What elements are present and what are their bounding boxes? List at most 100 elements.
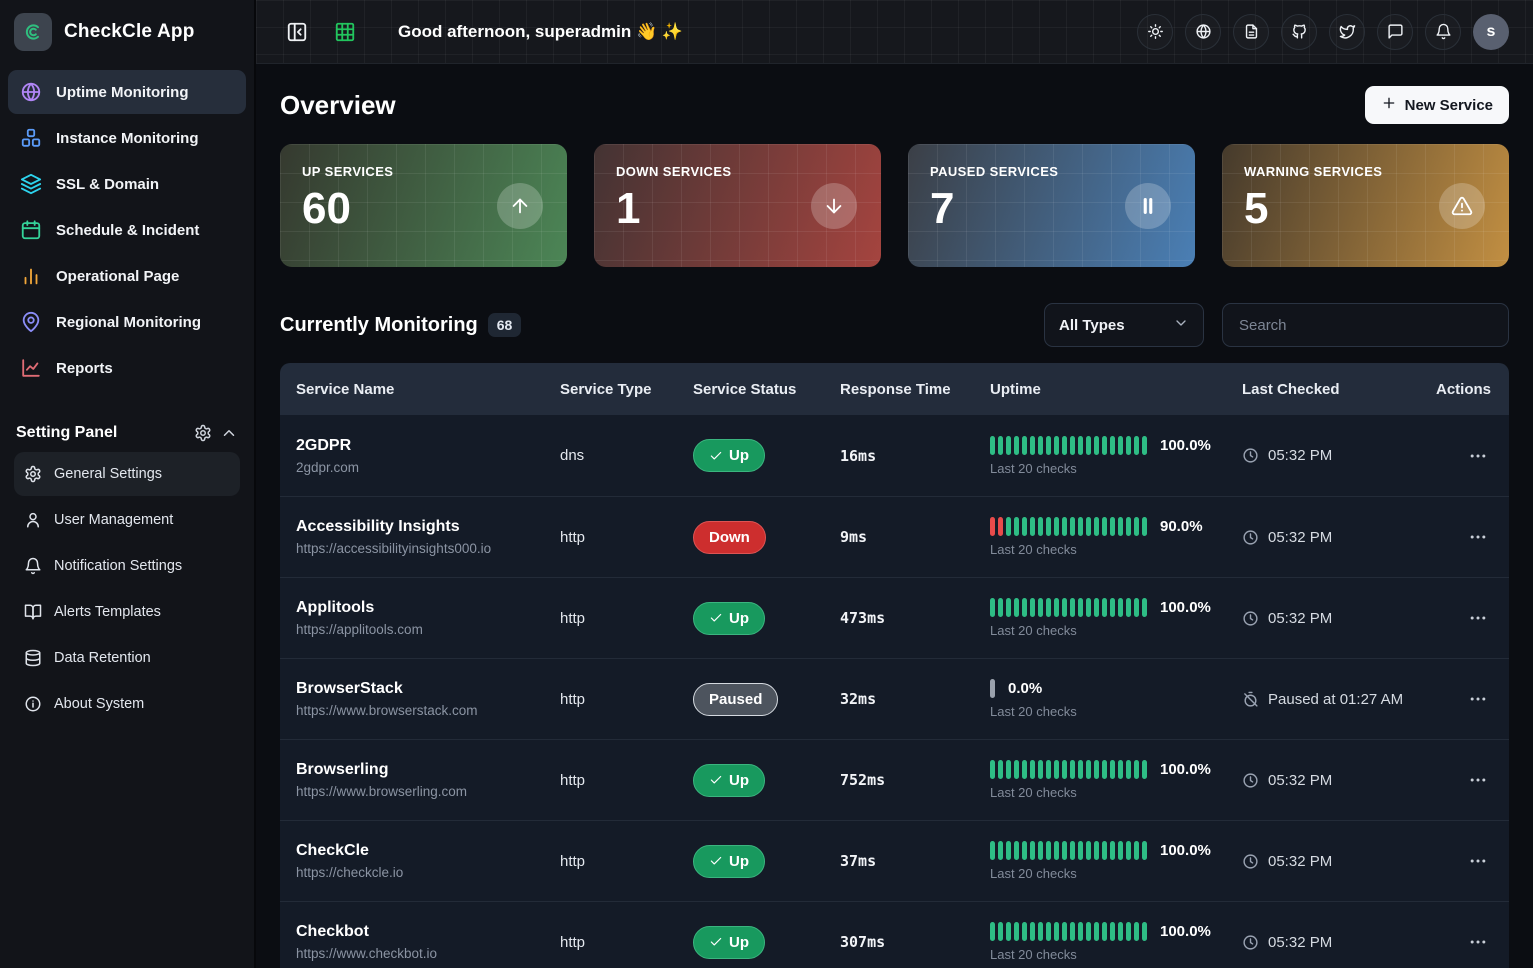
uptime-percent: 100.0% [1160,599,1211,616]
search-input[interactable] [1222,303,1509,347]
monitoring-header: Currently Monitoring 68 All Types [280,303,1509,347]
last-checked: 05:32 PM [1242,610,1434,627]
service-name[interactable]: BrowserStack [296,680,552,698]
settings-icon-wrap [24,465,42,483]
response-time: 752ms [840,771,990,789]
layers-icon-wrap [20,173,42,195]
uptime-percent: 100.0% [1160,437,1211,454]
row-actions-button[interactable] [1461,604,1495,632]
arrow-down-badge [811,183,857,229]
new-service-button[interactable]: New Service [1365,86,1509,124]
globe-icon [1195,23,1212,40]
settings-nav: General SettingsUser ManagementNotificat… [0,452,254,726]
sidebar-item-label: Instance Monitoring [56,130,199,147]
sidebar-item-regional-monitoring[interactable]: Regional Monitoring [8,300,246,344]
sun-icon [1147,23,1164,40]
uptime-checks-label: Last 20 checks [990,866,1234,881]
apps-grid-button[interactable] [328,15,362,49]
sidebar-item-instance-monitoring[interactable]: Instance Monitoring [8,116,246,160]
last-checked: 05:32 PM [1242,853,1434,870]
service-name[interactable]: CheckCle [296,842,552,860]
gear-icon[interactable] [194,424,212,442]
uptime-checks-label: Last 20 checks [990,704,1234,719]
status-label: Up [729,853,749,870]
service-url: https://accessibilityinsights000.io [296,541,552,556]
row-actions-button[interactable] [1461,847,1495,875]
status-label: Up [729,610,749,627]
sidebar-item-reports[interactable]: Reports [8,346,246,390]
timer-off-icon [1242,691,1259,708]
sidebar-item-schedule-incident[interactable]: Schedule & Incident [8,208,246,252]
service-name[interactable]: 2GDPR [296,437,552,455]
service-url: https://checkcle.io [296,865,552,880]
uptime-bars [990,679,995,698]
check-icon [709,854,723,868]
github-button[interactable] [1281,14,1317,50]
column-header-service-status: Service Status [693,381,840,398]
message-square-button[interactable] [1377,14,1413,50]
type-filter-select[interactable]: All Types [1044,303,1204,347]
service-type: http [560,691,693,708]
twitter-button[interactable] [1329,14,1365,50]
database-icon [24,649,42,667]
row-actions-button[interactable] [1461,685,1495,713]
settings-item-about-system[interactable]: About System [14,682,240,726]
pause-badge [1125,183,1171,229]
uptime-bars [990,436,1147,455]
status-label: Paused [709,691,762,708]
sidebar-collapse-button[interactable] [280,15,314,49]
settings-item-notification-settings[interactable]: Notification Settings [14,544,240,588]
sidebar-item-label: Schedule & Incident [56,222,199,239]
row-actions-button[interactable] [1461,442,1495,470]
service-name[interactable]: Accessibility Insights [296,518,552,536]
service-type: dns [560,447,693,464]
check-icon [709,449,723,463]
settings-item-user-management[interactable]: User Management [14,498,240,542]
chevron-down-icon [1173,315,1189,336]
bell-button[interactable] [1425,14,1461,50]
more-horizontal-icon [1468,446,1488,466]
sun-button[interactable] [1137,14,1173,50]
logo-row: CheckCle App [0,0,254,64]
uptime-bars [990,841,1147,860]
service-url: https://www.checkbot.io [296,946,552,961]
sidebar-item-operational-page[interactable]: Operational Page [8,254,246,298]
row-actions-button[interactable] [1461,766,1495,794]
pause-icon [1137,195,1159,217]
service-name[interactable]: Applitools [296,599,552,617]
service-name[interactable]: Checkbot [296,923,552,941]
globe-icon-wrap [20,81,42,103]
stat-card-paused-services[interactable]: PAUSED SERVICES7 [908,144,1195,267]
app-root: CheckCle App Uptime Monitoring Instance M… [0,0,1533,968]
column-header-service-type: Service Type [560,381,693,398]
user-icon [24,511,42,529]
table-row-2gdpr: 2GDPR2gdpr.comdnsUp16ms100.0%Last 20 che… [280,415,1509,496]
arrow-up-badge [497,183,543,229]
last-checked-time: 05:32 PM [1268,853,1332,870]
status-badge: Up [693,845,765,878]
map-pin-icon-wrap [20,311,42,333]
settings-item-alerts-templates[interactable]: Alerts Templates [14,590,240,634]
row-actions-button[interactable] [1461,928,1495,956]
line-chart-icon-wrap [20,357,42,379]
column-header-uptime: Uptime [990,381,1242,398]
calendar-icon-wrap [20,219,42,241]
row-actions-button[interactable] [1461,523,1495,551]
settings-item-general-settings[interactable]: General Settings [14,452,240,496]
stat-card-down-services[interactable]: DOWN SERVICES1 [594,144,881,267]
service-name[interactable]: Browserling [296,761,552,779]
sidebar-item-ssl-domain[interactable]: SSL & Domain [8,162,246,206]
settings-item-data-retention[interactable]: Data Retention [14,636,240,680]
sidebar-item-uptime-monitoring[interactable]: Uptime Monitoring [8,70,246,114]
stat-card-warning-services[interactable]: WARNING SERVICES5 [1222,144,1509,267]
column-header-actions: Actions [1434,381,1509,398]
settings-panel-header: Setting Panel [16,424,238,442]
clock-icon [1242,853,1259,870]
file-text-button[interactable] [1233,14,1269,50]
chevron-up-icon[interactable] [220,424,238,442]
service-type: http [560,610,693,627]
user-avatar[interactable]: s [1473,14,1509,50]
stat-card-up-services[interactable]: UP SERVICES60 [280,144,567,267]
user-icon-wrap [24,511,42,529]
globe-button[interactable] [1185,14,1221,50]
